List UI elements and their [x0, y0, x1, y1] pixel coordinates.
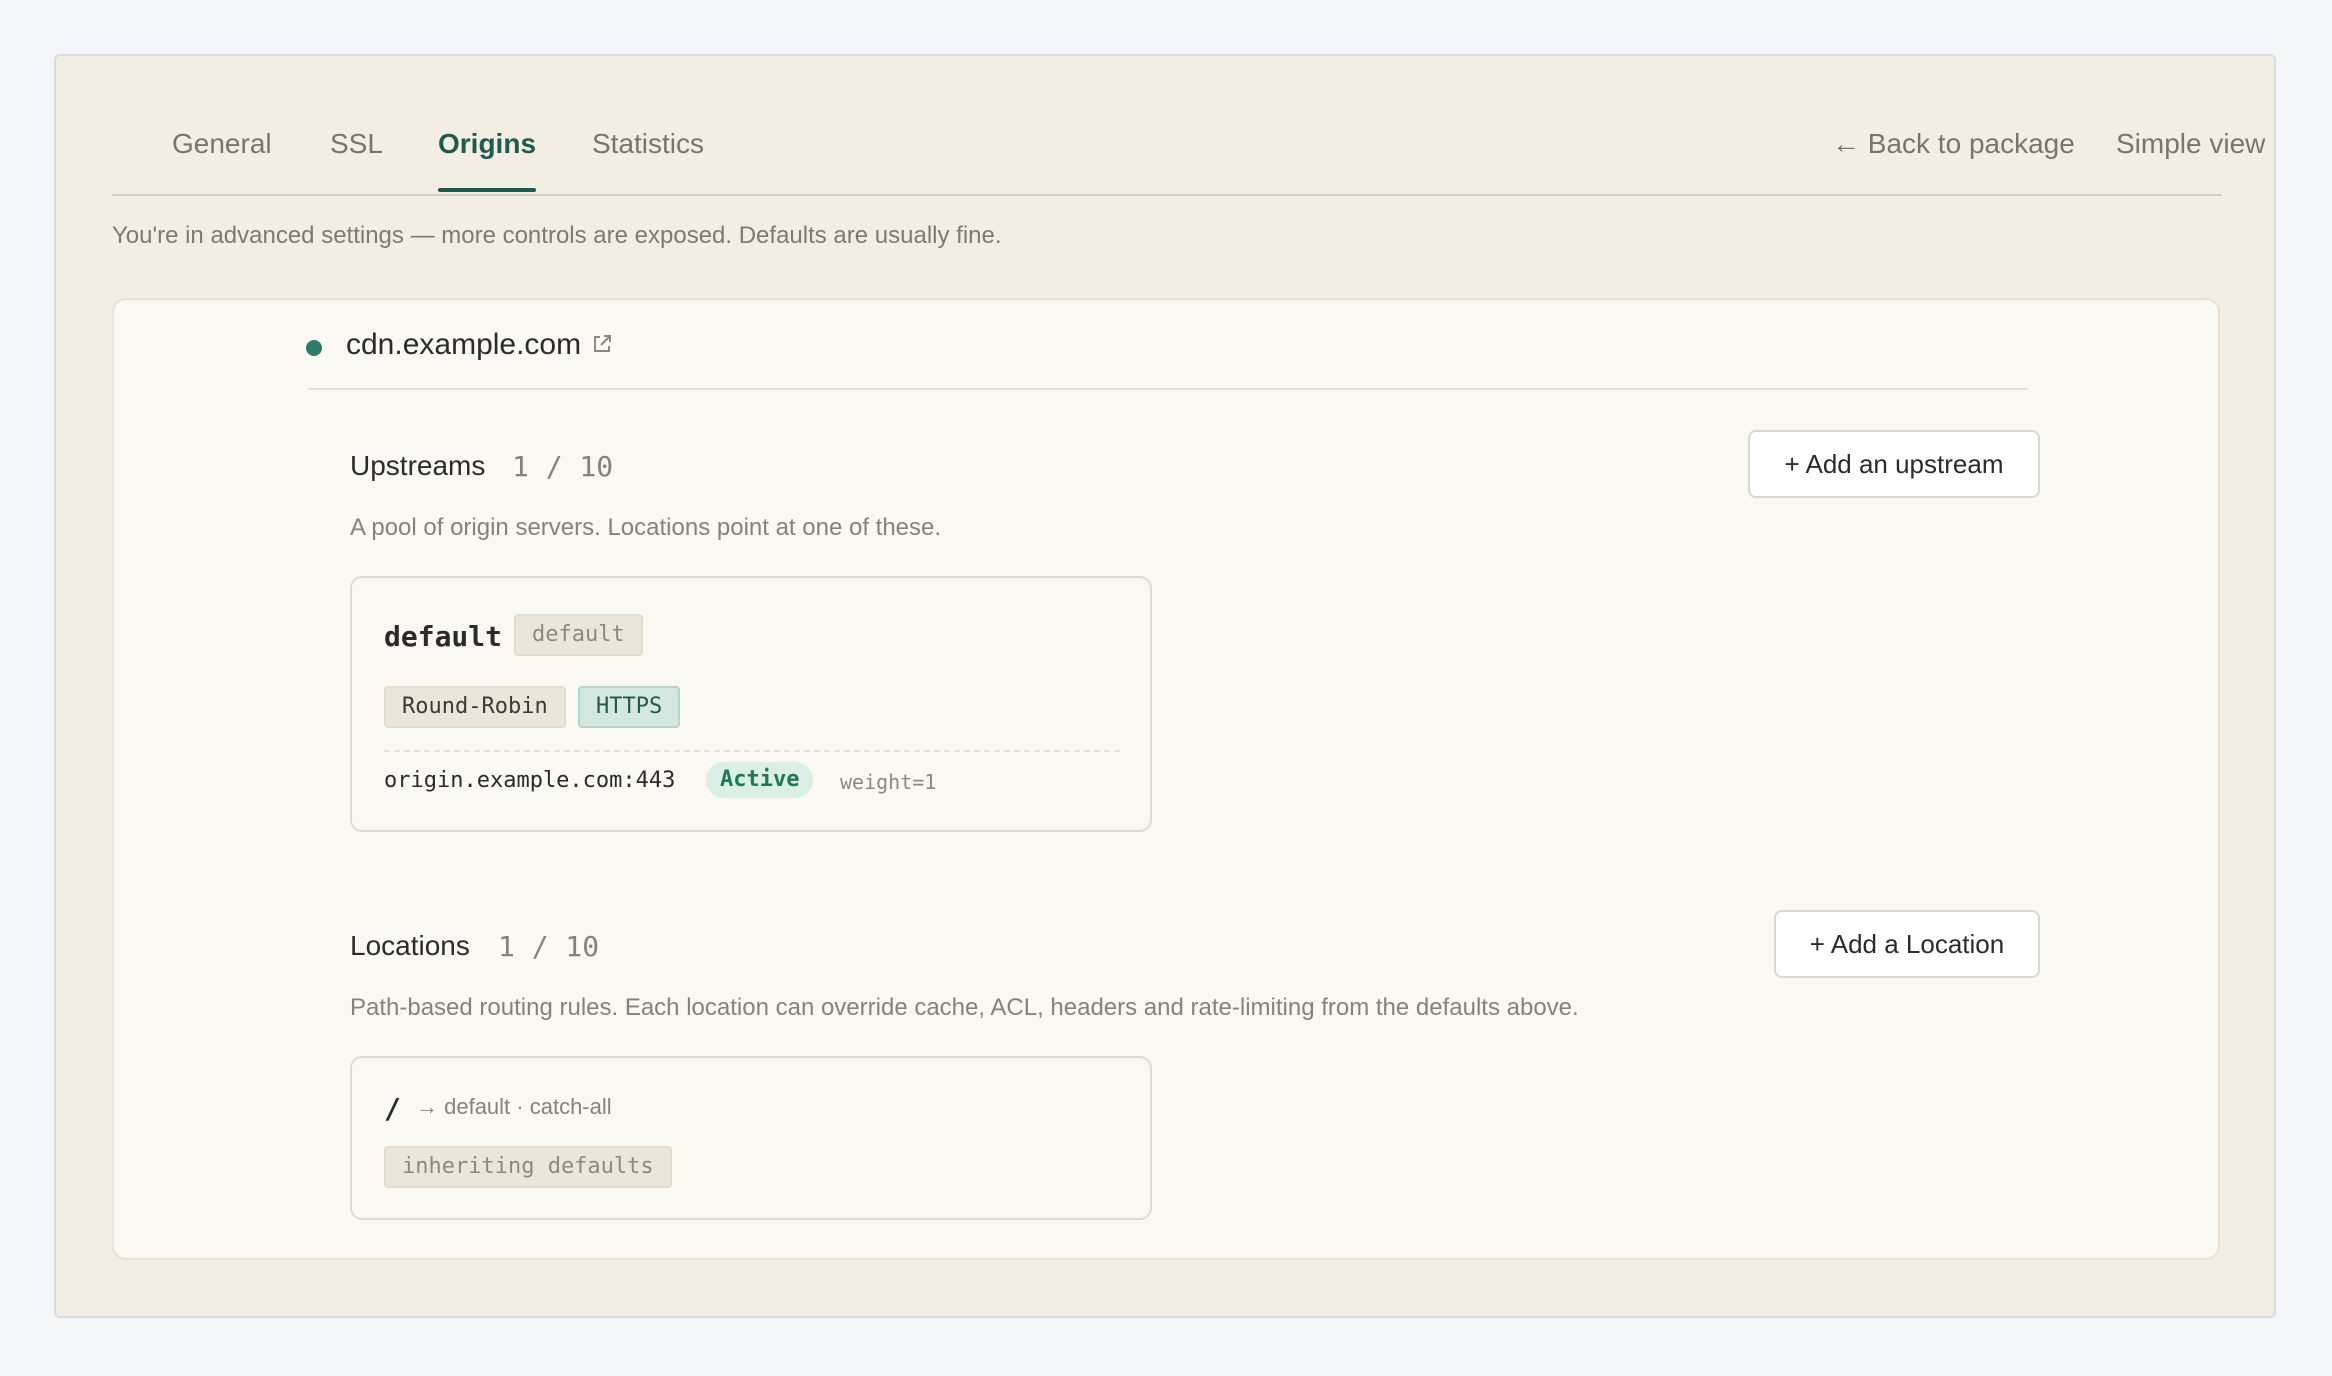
upstreams-title: Upstreams — [350, 450, 486, 481]
tab-origins[interactable]: Origins — [438, 128, 536, 160]
location-card[interactable]: / → default · catch-all inheriting defau… — [350, 1056, 1152, 1220]
simple-view-link[interactable]: Simple view — [2116, 128, 2265, 160]
upstreams-description: A pool of origin servers. Locations poin… — [350, 514, 942, 541]
settings-panel: General SSL Origins Statistics ← Back to… — [54, 54, 2276, 1318]
tab-ssl[interactable]: SSL — [330, 128, 383, 160]
server-address: origin.example.com:443 — [384, 768, 676, 793]
upstreams-count: 1 / 10 — [512, 450, 614, 483]
server-weight: weight=1 — [840, 770, 937, 794]
location-path: / — [384, 1092, 401, 1125]
host-name[interactable]: cdn.example.com — [346, 328, 581, 362]
tab-general[interactable]: General — [172, 128, 272, 160]
host-divider — [308, 388, 2028, 390]
protocol-tag: HTTPS — [578, 686, 681, 728]
active-tab-indicator — [438, 188, 536, 192]
upstream-name: default — [384, 620, 503, 653]
upstream-divider — [384, 750, 1120, 752]
locations-count: 1 / 10 — [498, 930, 600, 963]
back-to-package-link[interactable]: ← Back to package — [1832, 128, 2075, 160]
advanced-settings-notice: You're in advanced settings — more contr… — [112, 222, 1002, 249]
location-target: → default · catch-all — [416, 1094, 612, 1119]
inheriting-defaults-tag: inheriting defaults — [384, 1146, 672, 1188]
load-balancing-tag: Round-Robin — [384, 686, 566, 728]
upstream-card[interactable]: default default Round-Robin HTTPS origin… — [350, 576, 1152, 832]
server-status-badge: Active — [706, 762, 814, 798]
locations-description: Path-based routing rules. Each location … — [350, 994, 1579, 1021]
upstream-default-badge: default — [514, 614, 643, 656]
tab-bar: General SSL Origins Statistics ← Back to… — [112, 56, 2265, 196]
external-link-icon[interactable] — [590, 332, 614, 356]
tab-statistics[interactable]: Statistics — [592, 128, 704, 160]
status-dot — [306, 340, 322, 356]
locations-title: Locations — [350, 930, 470, 961]
add-location-button[interactable]: + Add a Location — [1774, 910, 2040, 978]
host-card: cdn.example.com Upstreams 1 / 10 + Add a… — [112, 298, 2220, 1260]
add-upstream-button[interactable]: + Add an upstream — [1748, 430, 2040, 498]
